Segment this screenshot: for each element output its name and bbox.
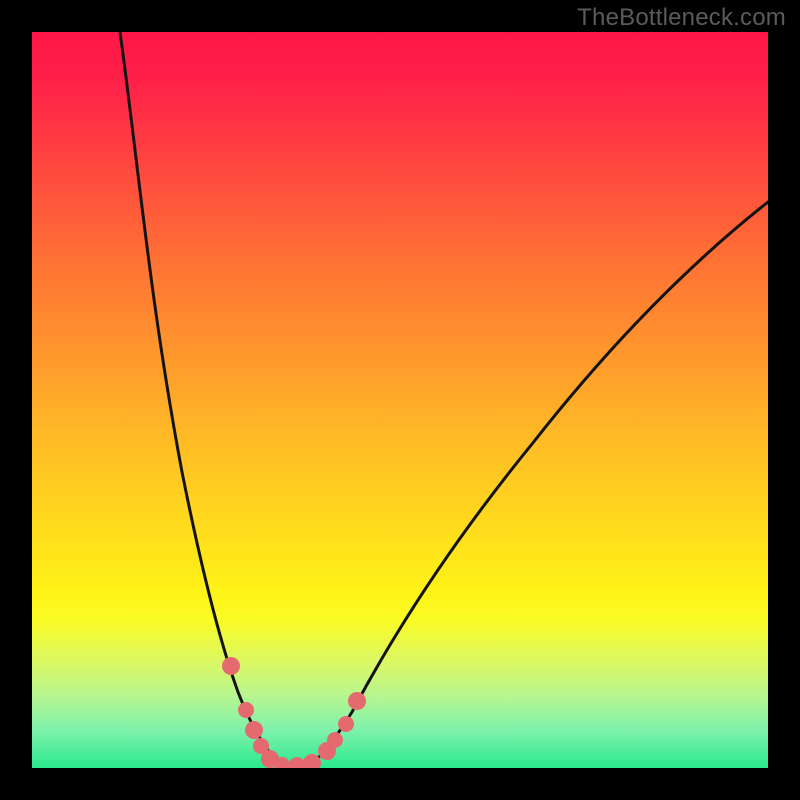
curve-left xyxy=(120,32,282,766)
watermark-text: TheBottleneck.com xyxy=(577,4,786,32)
bead-0 xyxy=(222,657,240,675)
curve-right xyxy=(308,202,768,766)
bead-10 xyxy=(338,716,354,732)
plot-area xyxy=(32,32,768,768)
bead-2 xyxy=(245,721,263,739)
bead-9 xyxy=(327,732,343,748)
bead-11 xyxy=(348,692,366,710)
chart-frame: TheBottleneck.com xyxy=(0,0,800,800)
chart-svg xyxy=(32,32,768,768)
bead-1 xyxy=(238,702,254,718)
bead-6 xyxy=(289,757,305,768)
